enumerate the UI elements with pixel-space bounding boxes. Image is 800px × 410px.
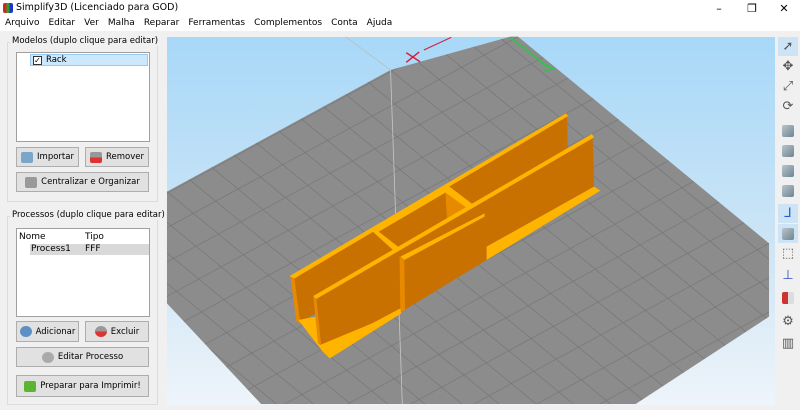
center-arrange-button[interactable]: Centralizar e Organizar	[16, 172, 149, 192]
solid-view-icon[interactable]	[778, 224, 798, 243]
checkmark-icon	[24, 380, 37, 392]
move-icon[interactable]: ✥	[778, 57, 798, 76]
import-label: Importar	[37, 152, 74, 162]
remove-icon	[90, 151, 102, 163]
app-logo-icon	[3, 3, 13, 13]
view-front-icon[interactable]	[778, 141, 798, 160]
grid-line	[721, 36, 770, 77]
grid-line	[758, 36, 770, 46]
restore-button[interactable]: ❐	[738, 0, 766, 17]
menu-complementos[interactable]: Complementos	[254, 17, 322, 31]
axes-icon[interactable]: ⅃	[778, 204, 798, 223]
table-row[interactable]: Process1 FFF	[30, 244, 149, 255]
model-name: Rack	[46, 55, 67, 65]
grid-line	[166, 36, 329, 126]
import-icon	[21, 151, 34, 163]
menu-arquivo[interactable]: Arquivo	[5, 17, 39, 31]
title-bar: Simplify3D (Licenciado para GOD) – ❐ ✕	[0, 0, 800, 17]
menu-ver[interactable]: Ver	[84, 17, 99, 31]
menu-malha[interactable]: Malha	[108, 17, 135, 31]
import-button[interactable]: Importar	[16, 147, 79, 167]
close-button[interactable]: ✕	[770, 0, 798, 17]
window-title: Simplify3D (Licenciado para GOD)	[16, 2, 179, 13]
column-tipo[interactable]: Tipo	[85, 232, 104, 242]
grid-line	[166, 374, 203, 404]
settings-icon[interactable]: ⚙	[778, 312, 798, 331]
view-side-icon[interactable]	[778, 181, 798, 200]
menu-ferramentas[interactable]: Ferramentas	[188, 17, 245, 31]
scene[interactable]	[165, 30, 780, 410]
edit-label: Editar Processo	[57, 352, 124, 362]
add-label: Adicionar	[35, 326, 76, 337]
prepare-print-button[interactable]: Preparar para Imprimir!	[16, 375, 149, 397]
remove-label: Remover	[106, 152, 144, 162]
grid-line	[646, 36, 770, 138]
remove-button[interactable]: Remover	[85, 147, 149, 167]
view-toolbar: ➚ ✥ ⤢ ⟳ ⅃ ⬚ ⊥ ⚙ ▥	[777, 34, 800, 354]
process-type: FFF	[85, 244, 101, 254]
menu-ajuda[interactable]: Ajuda	[367, 17, 393, 31]
process-name: Process1	[31, 244, 71, 254]
scale-icon[interactable]: ⤢	[778, 77, 798, 96]
add-icon	[19, 326, 32, 337]
rotate-icon[interactable]: ⟳	[778, 97, 798, 116]
menu-editar[interactable]: Editar	[48, 17, 75, 31]
models-label: Modelos (duplo clique para editar)	[10, 36, 161, 46]
checkbox[interactable]: ✓	[33, 56, 42, 65]
x-axis-line	[423, 36, 452, 51]
x-axis-label-icon	[405, 51, 421, 63]
add-process-button[interactable]: Adicionar	[16, 321, 79, 342]
supports-icon[interactable]: ▥	[778, 334, 798, 353]
processes-list[interactable]: Nome Tipo Process1 FFF	[16, 228, 150, 317]
select-icon[interactable]: ➚	[778, 37, 798, 56]
grid-line	[725, 380, 770, 404]
menu-bar: Arquivo Editar Ver Malha Reparar Ferrame…	[0, 17, 800, 31]
menu-reparar[interactable]: Reparar	[144, 17, 180, 31]
wireframe-icon[interactable]: ⬚	[778, 244, 798, 263]
menu-conta[interactable]: Conta	[331, 17, 358, 31]
grid-line	[683, 36, 770, 107]
gears-icon	[41, 351, 54, 363]
normals-icon[interactable]: ⊥	[778, 266, 798, 285]
cross-section-icon[interactable]	[778, 288, 798, 307]
grid-line	[166, 36, 266, 91]
grid-line	[166, 36, 203, 57]
edit-process-button[interactable]: Editar Processo	[16, 347, 149, 367]
delete-icon	[94, 326, 107, 337]
delete-process-button[interactable]: Excluir	[85, 321, 149, 342]
arrange-icon	[25, 176, 38, 188]
column-nome[interactable]: Nome	[19, 232, 46, 242]
center-label: Centralizar e Organizar	[41, 177, 140, 187]
view-top-icon[interactable]	[778, 161, 798, 180]
view-iso-icon[interactable]	[778, 121, 798, 140]
prepare-label: Preparar para Imprimir!	[40, 381, 141, 391]
processes-label: Processos (duplo clique para editar)	[10, 210, 167, 220]
minimize-button[interactable]: –	[705, 0, 733, 17]
models-list[interactable]: ✓ Rack	[16, 52, 150, 142]
list-item[interactable]: ✓ Rack	[30, 54, 148, 66]
delete-label: Excluir	[110, 326, 140, 337]
z-axis-line	[345, 36, 391, 71]
